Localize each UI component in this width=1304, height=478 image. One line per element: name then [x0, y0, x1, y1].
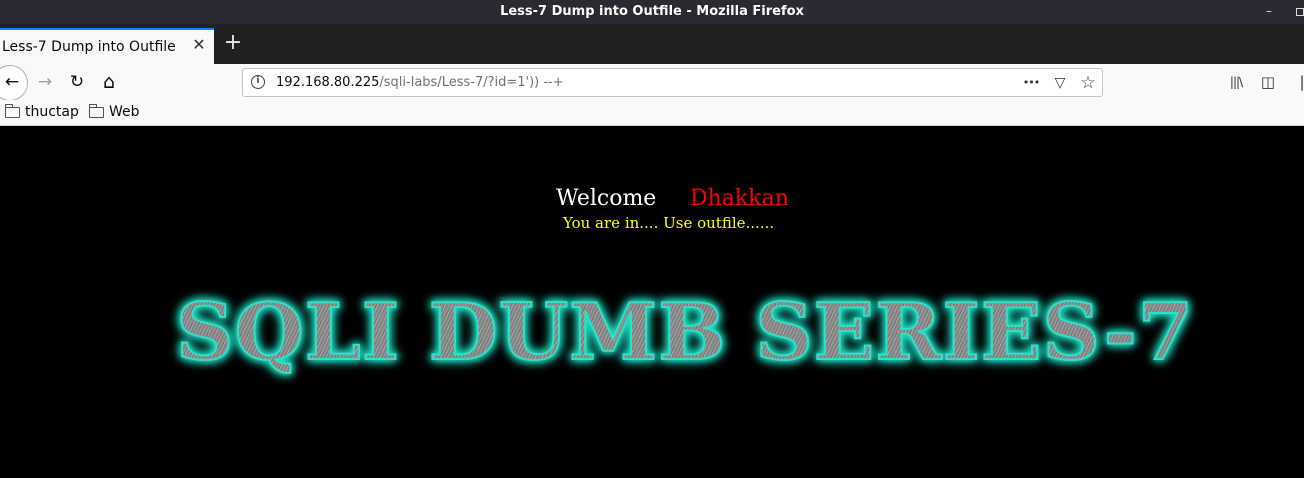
- series-banner: SQLI DUMB SERIES-7: [175, 287, 1194, 379]
- tab-strip: Less-7 Dump into Outfile ✕ +: [0, 24, 1304, 64]
- bookmark-label: Web: [109, 104, 140, 120]
- banner-title: SQLI DUMB SERIES-7: [175, 287, 1195, 379]
- url-path: /sqli-labs/Less-7/?id=1')) --+: [379, 75, 564, 90]
- window-title: Less-7 Dump into Outfile - Mozilla Firef…: [500, 4, 804, 19]
- window-titlebar: Less-7 Dump into Outfile - Mozilla Firef…: [0, 0, 1304, 24]
- more-icon[interactable]: •••: [1020, 72, 1042, 94]
- minimize-button[interactable]: –: [1266, 4, 1272, 18]
- url-bar[interactable]: i 192.168.80.225/sqli-labs/Less-7/?id=1'…: [242, 68, 1103, 97]
- bookmark-label: thuctap: [25, 104, 79, 120]
- pocket-icon[interactable]: ▽: [1049, 72, 1071, 94]
- sidebar-icon[interactable]: ◫: [1258, 71, 1278, 93]
- url-host: 192.168.80.225: [276, 75, 380, 90]
- bookmarks-toolbar: thuctap Web: [0, 100, 1304, 126]
- plus-icon[interactable]: +: [222, 32, 244, 55]
- reload-icon[interactable]: ↻: [65, 70, 89, 94]
- username-text: Dhakkan: [690, 186, 789, 211]
- bookmark-folder-thuctap[interactable]: thuctap: [5, 104, 79, 122]
- page-content: Welcome Dhakkan You are in.... Use outfi…: [0, 126, 1304, 478]
- overflow-menu-icon[interactable]: |: [1292, 71, 1304, 93]
- close-icon[interactable]: ✕: [190, 36, 208, 54]
- forward-icon[interactable]: →: [33, 70, 57, 94]
- home-icon[interactable]: ⌂: [97, 70, 121, 94]
- info-icon[interactable]: i: [251, 75, 265, 89]
- maximize-button[interactable]: [1296, 8, 1304, 16]
- tab-active[interactable]: Less-7 Dump into Outfile ✕: [0, 28, 214, 64]
- status-message: You are in.... Use outfile......: [563, 214, 775, 232]
- library-icon[interactable]: |||\: [1226, 71, 1246, 93]
- welcome-text: Welcome: [556, 186, 657, 211]
- folder-icon: [5, 104, 20, 118]
- navigation-toolbar: ← → ↻ ⌂ i 192.168.80.225/sqli-labs/Less-…: [0, 64, 1304, 101]
- tab-title: Less-7 Dump into Outfile: [2, 39, 176, 55]
- star-icon[interactable]: ☆: [1077, 72, 1099, 94]
- bookmark-folder-web[interactable]: Web: [89, 104, 140, 122]
- url-text[interactable]: 192.168.80.225/sqli-labs/Less-7/?id=1'))…: [276, 75, 564, 90]
- back-icon[interactable]: ←: [0, 70, 24, 94]
- folder-icon: [89, 104, 104, 118]
